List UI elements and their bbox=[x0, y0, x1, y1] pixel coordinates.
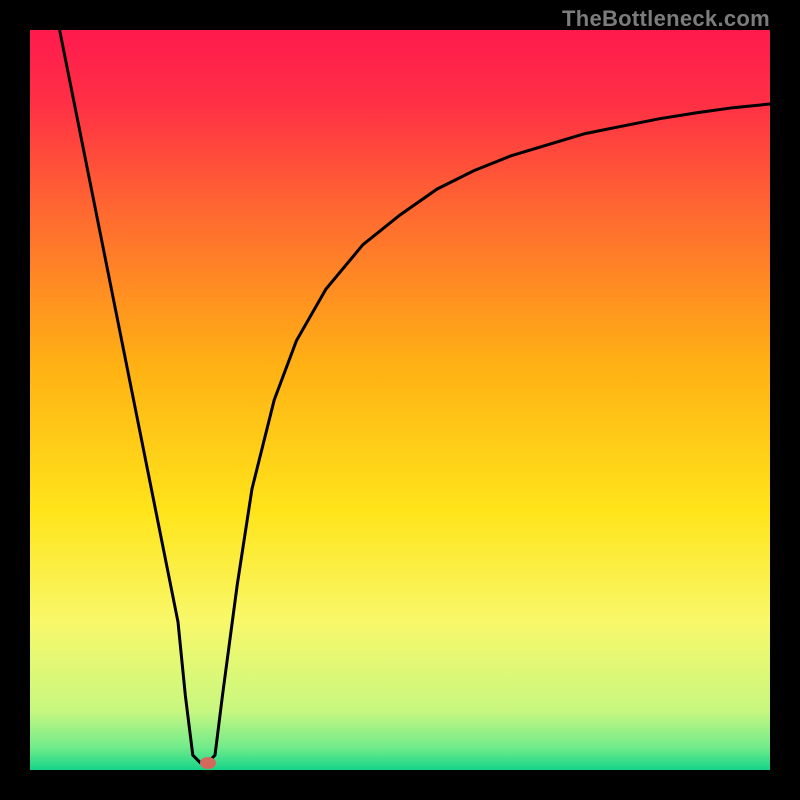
chart-frame bbox=[30, 30, 770, 770]
gradient-background bbox=[30, 30, 770, 770]
watermark-text: TheBottleneck.com bbox=[562, 6, 770, 32]
bottleneck-plot bbox=[30, 30, 770, 770]
optimal-point-marker bbox=[200, 757, 216, 769]
